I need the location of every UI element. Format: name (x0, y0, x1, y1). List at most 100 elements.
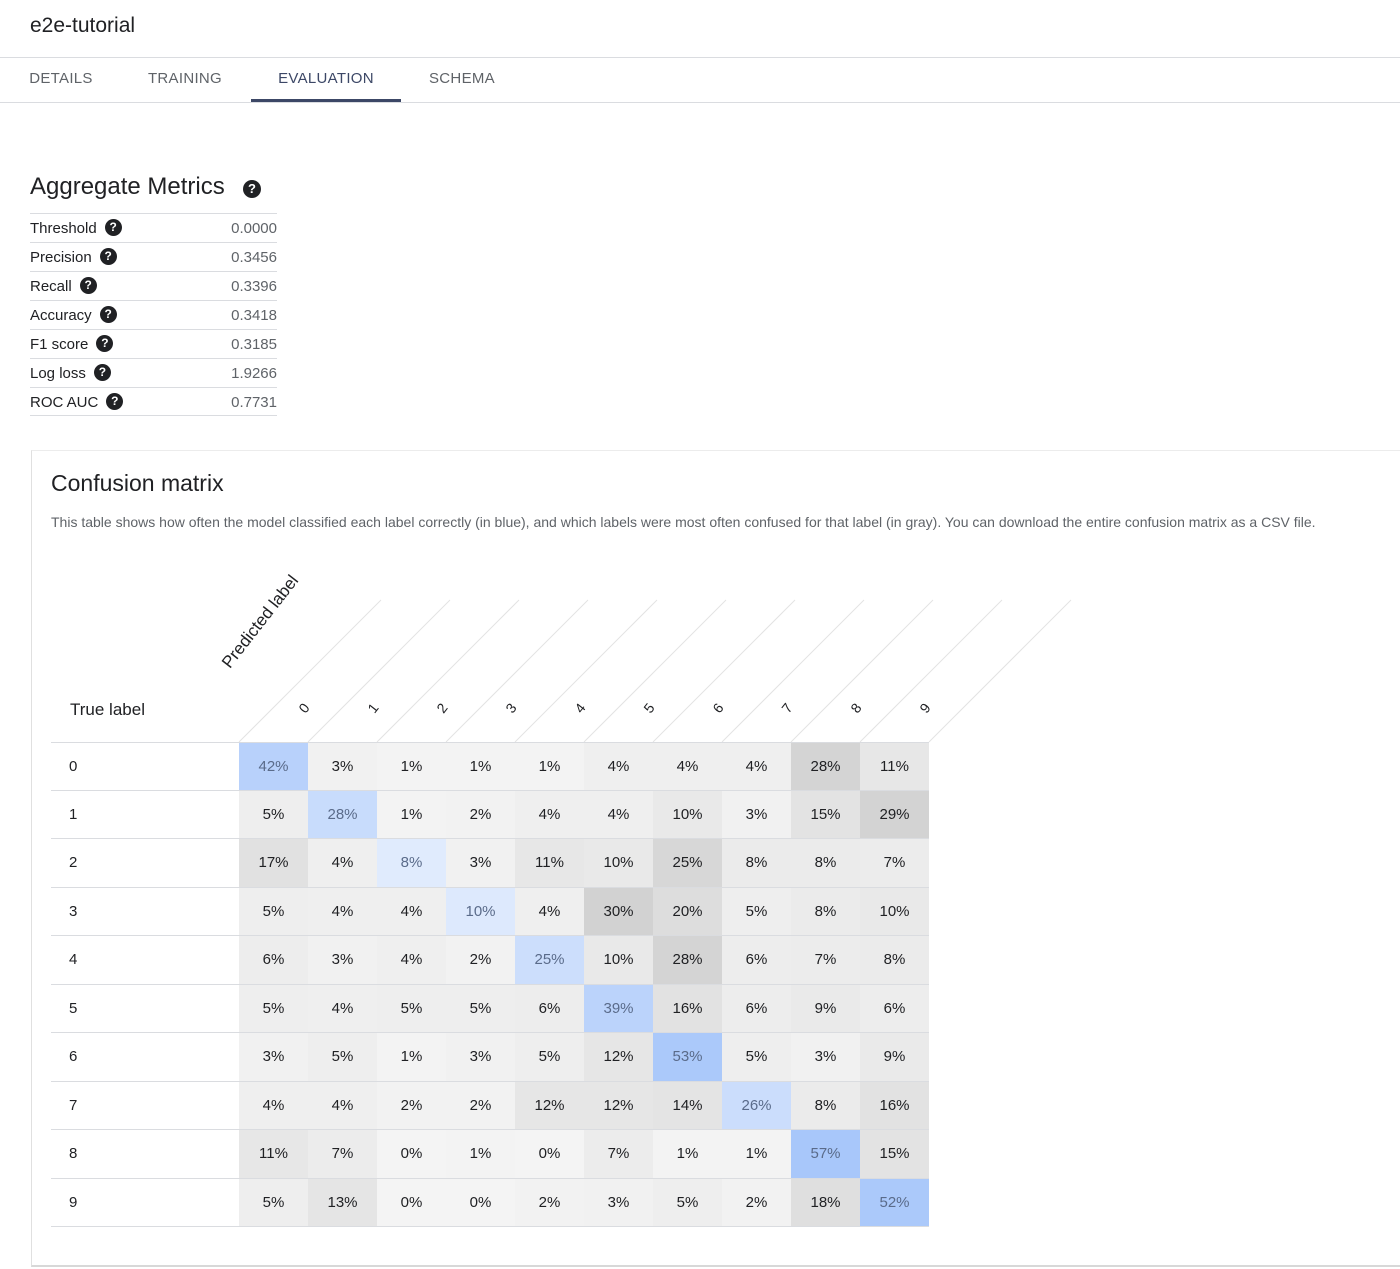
header-diagonal-line (652, 599, 796, 743)
matrix-cell: 4% (308, 984, 377, 1032)
matrix-cell: 2% (446, 1081, 515, 1129)
matrix-cell: 1% (446, 1130, 515, 1178)
matrix-cell: 4% (239, 1081, 308, 1129)
matrix-cell: 8% (791, 1081, 860, 1129)
row-label: 1 (69, 805, 78, 823)
matrix-cell: 6% (239, 936, 308, 984)
row-label: 2 (69, 854, 78, 871)
matrix-cell: 0% (446, 1178, 515, 1226)
matrix-cell: 4% (653, 743, 722, 790)
matrix-cell: 3% (722, 790, 791, 838)
row-label: 9 (69, 1193, 78, 1211)
matrix-cell: 57% (791, 1130, 860, 1178)
matrix-cell: 9% (791, 984, 860, 1032)
matrix-cell: 52% (860, 1178, 929, 1226)
matrix-cell: 4% (308, 887, 377, 935)
matrix-cell: 1% (377, 743, 446, 790)
matrix-cell: 10% (584, 936, 653, 984)
matrix-cell: 3% (791, 1033, 860, 1081)
matrix-row: 3 5% 4% 4% 10% 4% 30% 20% 5% 8% 10% (51, 887, 929, 936)
matrix-cell: 6% (860, 984, 929, 1032)
matrix-cell: 1% (446, 743, 515, 790)
matrix-row: 2 17% 4% 8% 3% 11% 10% 25% 8% 8% 7% (51, 839, 929, 888)
matrix-cell: 8% (377, 839, 446, 887)
matrix-cell: 18% (791, 1178, 860, 1226)
matrix-cell: 7% (308, 1130, 377, 1178)
matrix-cell: 28% (308, 790, 377, 838)
matrix-cell: 16% (860, 1081, 929, 1129)
matrix-cell: 13% (308, 1178, 377, 1226)
matrix-row: 9 5% 13% 0% 0% 2% 3% 5% 2% 18% 52% (51, 1178, 929, 1227)
matrix-cell: 1% (653, 1130, 722, 1178)
matrix-cell: 5% (239, 1178, 308, 1226)
matrix-cell: 25% (653, 839, 722, 887)
matrix-cell: 4% (584, 743, 653, 790)
matrix-cell: 11% (239, 1130, 308, 1178)
matrix-cell: 5% (308, 1033, 377, 1081)
matrix-cell: 7% (584, 1130, 653, 1178)
matrix-row: 7 4% 4% 2% 2% 12% 12% 14% 26% 8% 16% (51, 1081, 929, 1130)
row-label: 8 (69, 1145, 78, 1162)
matrix-cell: 39% (584, 984, 653, 1032)
matrix-cell: 3% (308, 936, 377, 984)
matrix-cell: 1% (722, 1130, 791, 1178)
matrix-cell: 0% (377, 1178, 446, 1226)
matrix-cell: 1% (377, 790, 446, 838)
matrix-row: 6 3% 5% 1% 3% 5% 12% 53% 5% 3% 9% (51, 1033, 929, 1082)
matrix-cell: 8% (791, 839, 860, 887)
row-label: 0 (69, 758, 78, 775)
row-label: 5 (69, 999, 78, 1017)
matrix-cell: 5% (239, 887, 308, 935)
matrix-cell: 7% (791, 936, 860, 984)
matrix-cell: 4% (722, 743, 791, 790)
matrix-cell: 5% (722, 887, 791, 935)
row-label: 3 (69, 902, 78, 920)
matrix-cell: 12% (584, 1033, 653, 1081)
matrix-cell: 25% (515, 936, 584, 984)
matrix-cell: 42% (239, 743, 308, 790)
matrix-cell: 5% (377, 984, 446, 1032)
matrix-cell: 7% (860, 839, 929, 887)
matrix-cell: 10% (860, 887, 929, 935)
matrix-cell: 10% (584, 839, 653, 887)
matrix-cell: 2% (515, 1178, 584, 1226)
header-diagonal-line (514, 599, 658, 743)
matrix-cell: 6% (515, 984, 584, 1032)
matrix-cell: 5% (239, 790, 308, 838)
matrix-cell: 4% (377, 887, 446, 935)
header-diagonal-line (721, 599, 865, 743)
matrix-cell: 0% (377, 1130, 446, 1178)
matrix-cell: 4% (308, 1081, 377, 1129)
matrix-cell: 15% (860, 1130, 929, 1178)
confusion-matrix-grid: 0 42% 3% 1% 1% 1% 4% 4% 4% 28% 11% 1 5% 28% 1% 2% 4% 4% 10… (51, 742, 929, 1227)
header-diagonal-line (790, 599, 934, 743)
matrix-cell: 17% (239, 839, 308, 887)
matrix-cell: 3% (308, 743, 377, 790)
matrix-cell: 26% (722, 1081, 791, 1129)
header-diagonal-line (307, 599, 451, 743)
matrix-cell: 3% (446, 1033, 515, 1081)
matrix-cell: 8% (860, 936, 929, 984)
header-diagonal-line (859, 599, 1003, 743)
matrix-cell: 5% (653, 1178, 722, 1226)
matrix-cell: 14% (653, 1081, 722, 1129)
matrix-cell: 4% (377, 936, 446, 984)
matrix-cell: 12% (584, 1081, 653, 1129)
matrix-cell: 4% (308, 839, 377, 887)
header-diagonal-line (583, 599, 727, 743)
header-diagonal-line (376, 599, 520, 743)
true-label-header: True label (70, 700, 145, 719)
matrix-cell: 5% (722, 1033, 791, 1081)
matrix-cell: 3% (446, 839, 515, 887)
row-label: 6 (69, 1048, 78, 1065)
matrix-cell: 30% (584, 887, 653, 935)
matrix-cell: 2% (446, 936, 515, 984)
matrix-cell: 2% (446, 790, 515, 838)
matrix-row: 0 42% 3% 1% 1% 1% 4% 4% 4% 28% 11% (51, 742, 929, 791)
matrix-cell: 11% (515, 839, 584, 887)
matrix-cell: 11% (860, 743, 929, 790)
matrix-cell: 16% (653, 984, 722, 1032)
matrix-cell: 20% (653, 887, 722, 935)
matrix-row: 4 6% 3% 4% 2% 25% 10% 28% 6% 7% 8% (51, 936, 929, 985)
matrix-cell: 8% (791, 887, 860, 935)
